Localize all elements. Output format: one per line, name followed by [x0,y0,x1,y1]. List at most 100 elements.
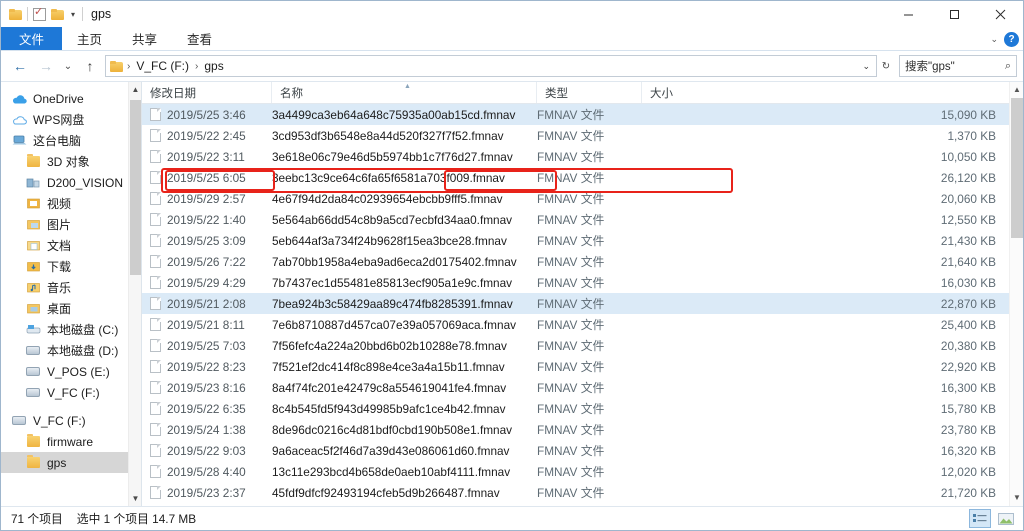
file-icon [150,318,161,331]
scrollbar-thumb[interactable] [130,100,141,275]
file-size: 16,300 KB [940,380,996,395]
folder-video-icon [25,198,41,209]
table-row[interactable]: 2019/5/23 2:37 45fdf9dfcf92493194cfeb5d9b… [142,482,1023,503]
table-row[interactable]: 2019/5/23 8:16 8a4f74fc201e42479c8a554619… [142,377,1023,398]
column-header-type[interactable]: 类型 [537,82,642,103]
chevron-down-icon[interactable]: ▾ [69,10,77,19]
sidebar-item-firmware[interactable]: firmware [1,431,141,452]
tab-share[interactable]: 共享 [117,27,172,50]
address-bar: ← → ⌄ ↑ › V_FC (F:) › gps ⌄ ↻ 搜索"gps" ⌕ [1,51,1023,81]
thumbnail-view-icon[interactable] [995,509,1017,528]
scroll-up-icon[interactable]: ▲ [129,82,141,97]
scroll-down-icon[interactable]: ▼ [129,491,141,506]
table-row[interactable]: 2019/5/24 1:38 8de96dc0216c4d81bdf0cbd190… [142,419,1023,440]
sidebar-item-local-disk-c[interactable]: 本地磁盘 (C:) [1,319,141,340]
file-icon [150,444,161,457]
recent-locations-button[interactable]: ⌄ [59,54,77,78]
scroll-up-icon[interactable]: ▲ [1010,82,1024,98]
forward-button[interactable]: → [33,54,59,78]
file-type: FMNAV 文件 [537,381,605,395]
sidebar-item-v-pos-e[interactable]: V_POS (E:) [1,361,141,382]
file-row-date-cell: 2019/5/29 4:29 [142,276,272,290]
drive-icon [25,388,41,397]
scroll-down-icon[interactable]: ▼ [1010,490,1024,506]
file-name: 3e618e06c79e46d5b5974bb1c7f76d27.fmnav [272,149,513,164]
tab-file[interactable]: 文件 [1,27,63,50]
table-row[interactable]: 2019/5/25 3:09 5eb644af3a734f24b9628f15ea… [142,230,1023,251]
table-row[interactable]: 2019/5/22 9:03 9a6aceac5f2f46d7a39d43e086… [142,440,1023,461]
file-type: FMNAV 文件 [537,339,605,353]
file-name: 9a6aceac5f2f46d7a39d43e086061d60.fmnav [272,443,510,458]
table-row[interactable]: 2019/5/26 7:22 7ab70bb1958a4eba9ad6eca2d0… [142,251,1023,272]
sidebar-scrollbar[interactable]: ▲ ▼ [128,82,141,506]
sidebar-item-pictures[interactable]: 图片 [1,214,141,235]
minimize-button[interactable] [885,1,931,27]
sidebar-item-label: 视频 [47,197,72,211]
file-type: FMNAV 文件 [537,423,605,437]
column-header-date[interactable]: 修改日期 [142,82,272,103]
table-row[interactable]: 2019/5/21 2:08 7bea924b3c58429aa89c474fb8… [142,293,1023,314]
sidebar-item-label: 文档 [47,239,72,253]
sidebar-item-wps-cloud[interactable]: WPS网盘 [1,109,141,130]
sidebar-item-label: 本地磁盘 (D:) [47,344,119,358]
sidebar-item-label: WPS网盘 [33,113,85,127]
table-row[interactable]: 2019/5/22 1:40 5e564ab66dd54c8b9a5cd7ecbf… [142,209,1023,230]
scrollbar-thumb[interactable] [1011,98,1023,238]
close-button[interactable] [977,1,1023,27]
table-row[interactable]: 2019/5/25 3:46 3a4499ca3eb64a648c75935a00… [142,104,1023,125]
sidebar-item-desktop[interactable]: 桌面 [1,298,141,319]
checkbox-icon[interactable] [33,6,46,21]
breadcrumb-item-drive[interactable]: V_FC (F:) [134,59,191,73]
folder-properties-icon[interactable] [51,8,64,20]
sidebar-item-label: 3D 对象 [47,155,90,169]
sidebar-item-music[interactable]: 音乐 [1,277,141,298]
file-list-pane: 修改日期 ▲ 名称 类型 大小 2019/5/25 3:46 3a4499ca3e… [142,82,1023,506]
sidebar-item-videos[interactable]: 视频 [1,193,141,214]
table-row[interactable]: 2019/5/29 2:57 4e67f94d2da84c02939654ebcb… [142,188,1023,209]
table-row[interactable]: 2019/5/22 8:23 7f521ef2dc414f8c898e4ce3a4… [142,356,1023,377]
file-row-date-cell: 2019/5/25 3:09 [142,234,272,248]
sidebar-item-d200-vision[interactable]: D200_VISION [1,172,141,193]
file-modified-date: 2019/5/22 1:40 [167,212,246,227]
file-list-scrollbar[interactable]: ▲ ▼ [1009,82,1023,506]
sidebar-item-this-pc[interactable]: 这台电脑 [1,130,141,151]
sidebar-item-3d-objects[interactable]: 3D 对象 [1,151,141,172]
column-header-size[interactable]: 大小 [642,82,1023,103]
tab-home[interactable]: 主页 [62,27,117,50]
sidebar-item-downloads[interactable]: 下载 [1,256,141,277]
chevron-down-icon[interactable]: ⌄ [862,61,870,72]
table-row[interactable]: 2019/5/25 7:03 7f56fefc4a224a20bbd6b02b10… [142,335,1023,356]
table-row[interactable]: 2019/5/22 3:11 3e618e06c79e46d5b5974bb1c7… [142,146,1023,167]
table-row[interactable]: 2019/5/22 2:45 3cd953df3b6548e8a44d520f32… [142,125,1023,146]
file-size: 25,400 KB [940,317,996,332]
back-button[interactable]: ← [7,54,33,78]
breadcrumb[interactable]: › V_FC (F:) › gps ⌄ [105,55,877,77]
file-row-date-cell: 2019/5/21 8:11 [142,318,272,332]
sidebar-item-local-disk-d[interactable]: 本地磁盘 (D:) [1,340,141,361]
sidebar-item-v-fc-f-root[interactable]: V_FC (F:) [1,410,141,431]
search-input[interactable]: 搜索"gps" ⌕ [899,55,1017,77]
file-size: 20,380 KB [940,338,996,353]
file-size: 10,050 KB [940,149,996,164]
table-row[interactable]: 2019/5/25 6:05 3eebc13c9ce64c6fa65f6581a7… [142,167,1023,188]
up-button[interactable]: ↑ [77,54,103,78]
breadcrumb-item-gps[interactable]: gps [202,59,225,73]
chevron-down-icon[interactable]: ⌄ [990,34,998,45]
sidebar-item-label: 下载 [47,260,72,274]
sidebar-item-documents[interactable]: 文档 [1,235,141,256]
table-row[interactable]: 2019/5/21 8:11 7e6b8710887d457ca07e39a057… [142,314,1023,335]
folder-icon[interactable] [9,8,22,20]
help-icon[interactable]: ? [1004,31,1019,47]
sidebar-item-label: V_FC (F:) [33,413,86,428]
column-header-name[interactable]: ▲ 名称 [272,82,537,103]
maximize-button[interactable] [931,1,977,27]
details-view-icon[interactable] [969,509,991,528]
sidebar-item-v-fc-f[interactable]: V_FC (F:) [1,382,141,403]
sidebar-item-gps[interactable]: gps [1,452,141,473]
tab-view[interactable]: 查看 [172,27,227,50]
table-row[interactable]: 2019/5/22 6:35 8c4b545fd5f943d49985b9afc1… [142,398,1023,419]
table-row[interactable]: 2019/5/28 4:40 13c11e293bcd4b658de0aeb10a… [142,461,1023,482]
sidebar-item-onedrive[interactable]: OneDrive [1,88,141,109]
table-row[interactable]: 2019/5/29 4:29 7b7437ec1d55481e85813ecf90… [142,272,1023,293]
refresh-button[interactable]: ↻ [877,54,895,78]
